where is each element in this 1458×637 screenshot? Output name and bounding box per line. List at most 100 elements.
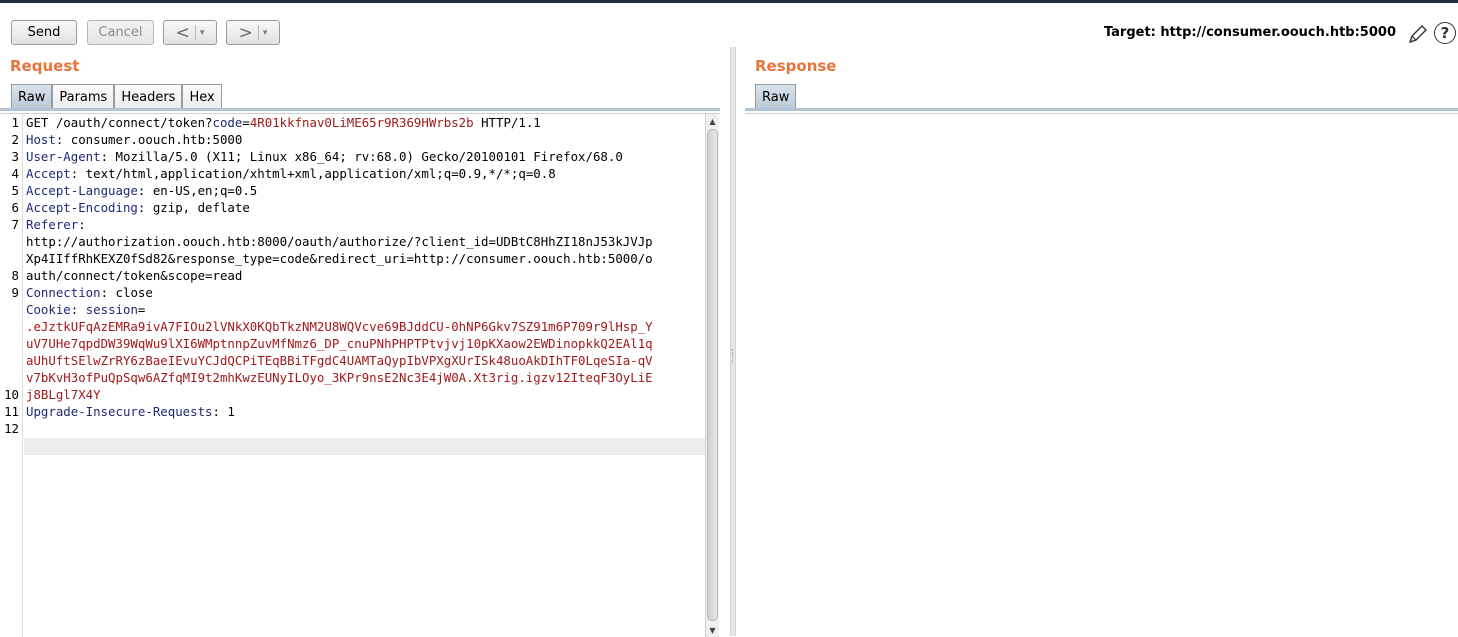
- header-key: Host: [26, 132, 56, 147]
- chevron-down-icon: ▾: [262, 27, 268, 38]
- param-value: j8BLgl7X4Y: [26, 387, 101, 402]
- code-line: auth/connect/token&scope=read: [26, 267, 704, 284]
- code-line: j8BLgl7X4Y: [26, 386, 704, 403]
- line-number: 2: [11, 132, 19, 147]
- param-value: v7bKvH3ofPuQpSqw6AZfqMI9t2mhKwzEUNyILOyo…: [26, 370, 653, 385]
- text-segment: : close: [100, 285, 153, 300]
- request-tab-underline: [0, 108, 720, 111]
- text-segment: HTTP/1.1: [473, 115, 541, 130]
- send-button[interactable]: Send: [11, 20, 77, 45]
- code-line: v7bKvH3ofPuQpSqw6AZfqMI9t2mhKwzEUNyILOyo…: [26, 369, 704, 386]
- code-line: uV7UHe7qpdDW39WqWu9lXI6WMptnnpZuvMfNmz6_…: [26, 335, 704, 352]
- param-value: uV7UHe7qpdDW39WqWu9lXI6WMptnnpZuvMfNmz6_…: [26, 336, 653, 351]
- chevron-down-icon: ▾: [199, 27, 205, 38]
- text-segment: : Mozilla/5.0 (X11; Linux x86_64; rv:68.…: [100, 149, 623, 164]
- param-value: aUhUftSElwZrRY6zBaeIEvuYCJdQCPiTEqBBiTFg…: [26, 353, 653, 368]
- request-tabs: Raw Params Headers Hex: [11, 84, 222, 109]
- line-number: 4: [11, 166, 19, 181]
- text-segment: :: [78, 217, 86, 232]
- tab-headers[interactable]: Headers: [114, 84, 183, 109]
- button-separator: [257, 25, 259, 40]
- code-line: Upgrade-Insecure-Requests: 1: [26, 403, 704, 420]
- line-number: [0, 352, 22, 369]
- header-key: Accept: [26, 166, 71, 181]
- line-number: [0, 318, 22, 335]
- button-separator: [194, 25, 196, 40]
- line-number: 3: [11, 149, 19, 164]
- request-vertical-scrollbar[interactable]: ▲ ▼: [705, 114, 719, 637]
- request-title: Request: [10, 57, 80, 75]
- line-number: 5: [11, 183, 19, 198]
- text-segment: : 1: [212, 404, 235, 419]
- response-title: Response: [755, 57, 837, 75]
- text-segment: Xp4IIffRhKEXZ0fSd82&response_type=code&r…: [26, 251, 653, 266]
- code-line: aUhUftSElwZrRY6zBaeIEvuYCJdQCPiTEqBBiTFg…: [26, 352, 704, 369]
- scroll-up-icon[interactable]: ▲: [706, 114, 719, 128]
- text-segment: : text/html,application/xhtml+xml,applic…: [70, 166, 556, 181]
- code-line: Accept: text/html,application/xhtml+xml,…: [26, 165, 704, 182]
- code-line: Host: consumer.oouch.htb:5000: [26, 131, 704, 148]
- header-key: User-Agent: [26, 149, 101, 164]
- code-line: .eJztkUFqAzEMRa9ivA7FIOu2lVNkX0KQbTkzNM2…: [26, 318, 704, 335]
- line-number: 7: [11, 217, 19, 232]
- line-number: 10: [4, 387, 19, 402]
- code-line: http://authorization.oouch.htb:8000/oaut…: [26, 233, 704, 250]
- line-number: 1: [11, 115, 19, 130]
- toolbar: Send Cancel < ▾ > ▾ Target: http://consu…: [0, 3, 1458, 47]
- splitter-grip-icon: [732, 349, 735, 363]
- help-icon[interactable]: ?: [1434, 22, 1456, 44]
- response-tabs: Raw: [755, 84, 797, 109]
- request-text-area[interactable]: GET /oauth/connect/token?code=4R01kkfnav…: [26, 114, 704, 454]
- cancel-button[interactable]: Cancel: [87, 20, 154, 45]
- code-line: Cookie: session=: [26, 301, 704, 318]
- text-segment: auth/connect/token&scope=read: [26, 268, 243, 283]
- code-line: Accept-Language: en-US,en;q=0.5: [26, 182, 704, 199]
- scrollbar-thumb[interactable]: [707, 129, 718, 621]
- tab-raw[interactable]: Raw: [755, 84, 797, 109]
- edit-target-pencil-icon[interactable]: [1407, 23, 1429, 45]
- back-history-button[interactable]: < ▾: [163, 20, 217, 45]
- line-number: [0, 335, 22, 352]
- param-value: 4R01kkfnav0LiME65r9R369HWrbs2b: [249, 115, 474, 130]
- line-number: [0, 369, 22, 386]
- line-number: 9: [11, 285, 19, 300]
- forward-arrow-icon: >: [238, 22, 253, 43]
- line-number: [0, 301, 22, 318]
- header-key: code: [212, 115, 243, 130]
- header-key: Connection: [26, 285, 101, 300]
- text-segment: GET /oauth/connect/token?: [26, 115, 213, 130]
- pane-splitter[interactable]: [730, 47, 736, 636]
- text-segment: :: [70, 302, 86, 317]
- request-editor[interactable]: 1 2 3 4 5 6 7 8 9 10 11 12 GET /oauth/connect/token…: [0, 113, 720, 637]
- line-number: [0, 250, 22, 267]
- header-key: Accept-Language: [26, 183, 138, 198]
- forward-history-button[interactable]: > ▾: [226, 20, 280, 45]
- line-number: 6: [11, 200, 19, 215]
- header-key: session: [85, 302, 138, 317]
- tab-params[interactable]: Params: [52, 84, 115, 109]
- line-number-gutter: 1 2 3 4 5 6 7 8 9 10 11 12: [0, 114, 23, 637]
- text-segment: =: [137, 302, 146, 317]
- scroll-down-icon[interactable]: ▼: [706, 623, 719, 637]
- code-line: Connection: close: [26, 284, 704, 301]
- header-key: Accept-Encoding: [26, 200, 138, 215]
- code-line: GET /oauth/connect/token?code=4R01kkfnav…: [26, 114, 704, 131]
- line-number: 12: [4, 421, 19, 436]
- text-segment: http://authorization.oouch.htb:8000/oaut…: [26, 234, 653, 249]
- response-tab-underline: [745, 108, 1458, 111]
- header-key: Upgrade-Insecure-Requests: [26, 404, 213, 419]
- header-key: Cookie: [26, 302, 71, 317]
- code-line: Accept-Encoding: gzip, deflate: [26, 199, 704, 216]
- response-editor[interactable]: [745, 113, 1458, 636]
- back-arrow-icon: <: [175, 22, 190, 43]
- code-line: Xp4IIffRhKEXZ0fSd82&response_type=code&r…: [26, 250, 704, 267]
- tab-hex[interactable]: Hex: [182, 84, 222, 109]
- param-value: .eJztkUFqAzEMRa9ivA7FIOu2lVNkX0KQbTkzNM2…: [26, 319, 653, 334]
- code-line: User-Agent: Mozilla/5.0 (X11; Linux x86_…: [26, 148, 704, 165]
- line-number: 11: [4, 404, 19, 419]
- target-label: Target: http://consumer.oouch.htb:5000: [1103, 25, 1396, 40]
- tab-raw[interactable]: Raw: [11, 84, 53, 109]
- text-segment: =: [242, 115, 250, 130]
